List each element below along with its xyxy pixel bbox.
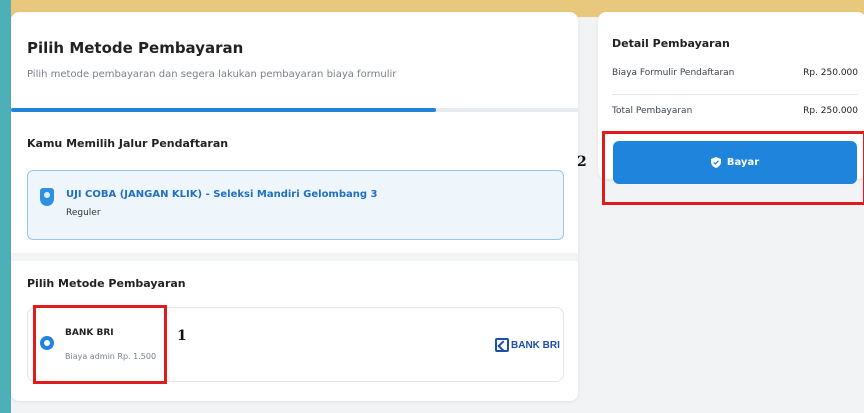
page-title: Pilih Metode Pembayaran [27,39,244,57]
annotation-number-1: 1 [177,328,187,344]
payment-detail-title: Detail Pembayaran [612,37,730,50]
payment-method-heading: Pilih Metode Pembayaran [27,277,186,290]
section-divider [11,253,578,261]
bank-bri-logo-text: BANK BRI [511,339,560,351]
progress-bar [11,108,578,112]
highlight-box-1 [33,305,167,384]
registration-path-heading: Kamu Memilih Jalur Pendaftaran [27,137,229,150]
registration-path-box: UJI COBA (JANGAN KLIK) - Seleksi Mandiri… [27,170,564,240]
annotation-number-2: 2 [577,154,587,170]
total-label: Total Pembayaran [612,106,693,116]
detail-divider [612,94,858,95]
fee-value: Rp. 250.000 [803,68,858,78]
registration-path-type: Reguler [66,208,101,218]
total-value: Rp. 250.000 [803,106,858,116]
bank-bri-logo-icon [495,338,509,352]
page-subtitle: Pilih metode pembayaran dan segera lakuk… [27,69,397,80]
progress-fill [11,108,437,112]
left-strip [0,0,11,413]
fee-label: Biaya Formulir Pendaftaran [612,68,735,78]
registration-path-title: UJI COBA (JANGAN KLIK) - Seleksi Mandiri… [66,189,378,200]
registration-icon [40,188,54,206]
highlight-box-2 [602,131,864,205]
bank-bri-logo: BANK BRI [495,336,560,354]
